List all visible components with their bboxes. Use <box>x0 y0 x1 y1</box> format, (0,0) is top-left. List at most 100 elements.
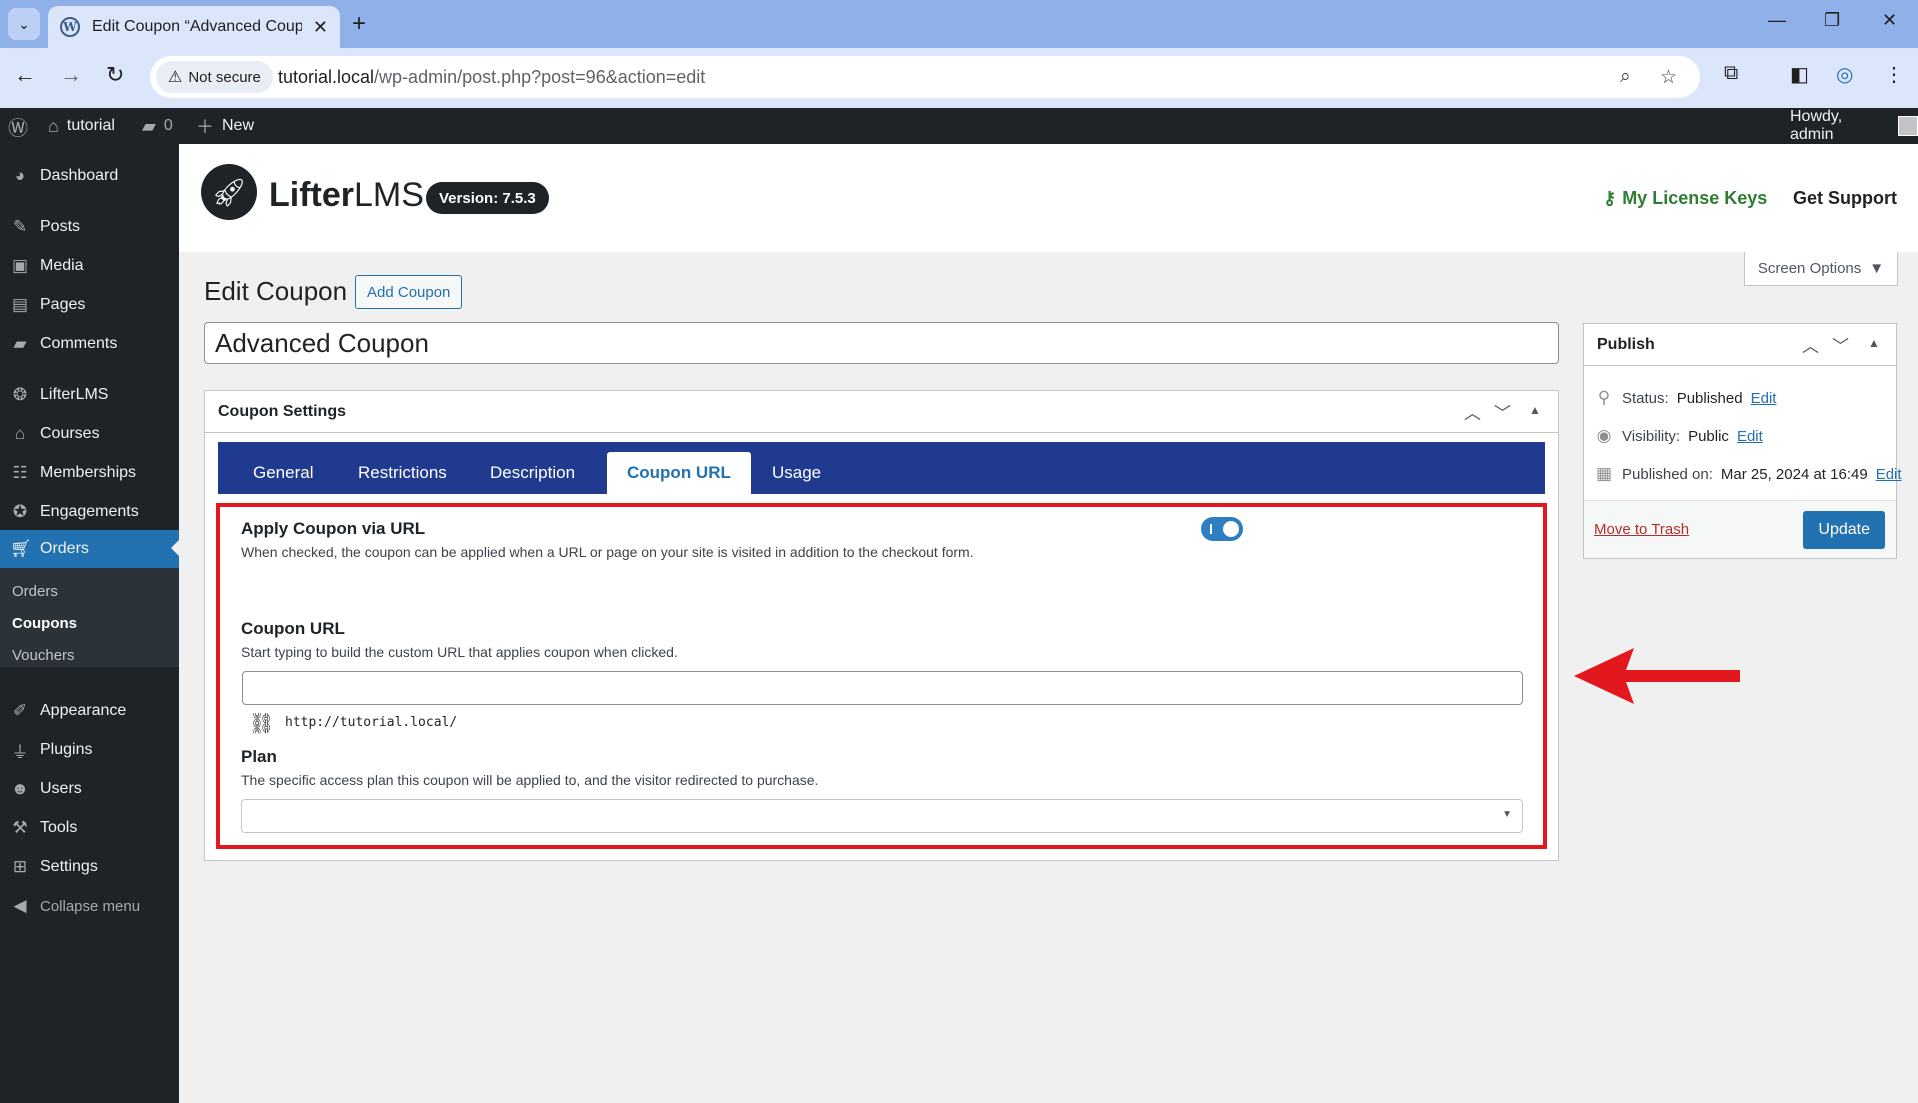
wp-admin-bar: Ⓦ ⌂ tutorial ▰ 0 ＋ New Howdy, admin <box>0 108 1918 144</box>
back-arrow-icon[interactable]: ← <box>14 62 36 88</box>
coupon-tabs: General Restrictions Description Coupon … <box>218 442 1545 494</box>
apply-coupon-description: When checked, the coupon can be applied … <box>241 544 974 560</box>
move-down-icon[interactable]: ﹀ <box>1494 399 1511 424</box>
award-icon: ✪ <box>12 502 28 521</box>
pin-icon: ✎ <box>12 217 28 236</box>
license-keys-link[interactable]: ⚷ My License Keys <box>1603 188 1767 209</box>
wp-logo-icon[interactable]: Ⓦ <box>8 108 28 144</box>
url-host: tutorial.local <box>278 67 375 87</box>
sidebar-item-appearance[interactable]: ✐ Appearance <box>0 693 179 729</box>
edit-date-link[interactable]: Edit <box>1876 466 1902 483</box>
graduation-cap-icon: ⌂ <box>14 424 26 443</box>
new-label: New <box>222 117 255 134</box>
new-content-link[interactable]: ＋ New <box>196 108 254 144</box>
sidebar-item-orders[interactable]: 🛒︎ Orders <box>0 530 179 568</box>
url-text[interactable]: tutorial.local/wp-admin/post.php?post=96… <box>278 67 705 88</box>
sidebar-item-engagements[interactable]: ✪ Engagements <box>0 494 179 530</box>
close-tab-icon[interactable]: ✕ <box>313 17 328 38</box>
tab-restrictions[interactable]: Restrictions <box>358 452 447 494</box>
plan-select[interactable]: ▼ <box>241 799 1523 833</box>
key-icon: ⚷ <box>1603 188 1617 208</box>
publish-title: Publish <box>1597 336 1655 353</box>
lifterlms-rocket-logo-icon: 🚀︎ <box>201 164 257 220</box>
groups-icon: ☷ <box>12 463 28 482</box>
collapse-toggle-icon[interactable]: ▲ <box>1529 403 1541 417</box>
move-to-trash-link[interactable]: Move to Trash <box>1594 521 1689 538</box>
coupon-settings-header: Coupon Settings ︿ ﹀ ▲ <box>205 391 1558 433</box>
minimize-icon[interactable]: — <box>1768 10 1786 31</box>
brush-icon: ✐ <box>12 701 28 720</box>
sidebar-item-tools[interactable]: ⚒ Tools <box>0 810 179 846</box>
eye-icon: ◉ <box>1596 426 1612 445</box>
plus-icon: ＋ <box>196 117 214 137</box>
sidebar-item-lifterlms[interactable]: ❂ LifterLMS <box>0 377 179 413</box>
screen-options-toggle[interactable]: Screen Options ▼ <box>1744 252 1898 286</box>
sidebar-item-courses[interactable]: ⌂ Courses <box>0 416 179 452</box>
howdy-text: Howdy, admin <box>1790 108 1843 143</box>
collapse-menu-button[interactable]: ◀ Collapse menu <box>0 888 179 924</box>
tab-description[interactable]: Description <box>490 452 575 494</box>
extensions-icon[interactable]: ⧉ <box>1724 62 1738 85</box>
browser-tab[interactable]: W Edit Coupon “Advanced Coupon” ✕ <box>48 6 340 48</box>
update-button[interactable]: Update <box>1803 511 1885 549</box>
sidebar-item-comments[interactable]: ▰ Comments <box>0 326 179 362</box>
tab-search-button[interactable]: ⌄ <box>8 8 40 40</box>
browser-tabstrip: ⌄ W Edit Coupon “Advanced Coupon” ✕ + — … <box>0 0 1918 48</box>
reload-icon[interactable]: ↻ <box>106 62 124 88</box>
comment-bubble-icon: ▰ <box>142 115 156 136</box>
sidebar-item-memberships[interactable]: ☷ Memberships <box>0 455 179 491</box>
chevron-down-icon: ⌄ <box>18 15 30 32</box>
apply-coupon-toggle[interactable] <box>1201 517 1243 541</box>
edit-status-link[interactable]: Edit <box>1751 390 1777 407</box>
sidebar-item-plugins[interactable]: ⏚ Plugins <box>0 732 179 768</box>
tab-general[interactable]: General <box>253 452 313 494</box>
sidebar-item-settings[interactable]: ⊞ Settings <box>0 849 179 885</box>
lifterlms-header: 🚀︎ LifterLMS Version: 7.5.3 ⚷ My License … <box>179 144 1918 252</box>
collapse-toggle-icon[interactable]: ▲ <box>1868 336 1880 350</box>
submenu-item-coupons[interactable]: Coupons <box>12 615 77 632</box>
sidebar-item-pages[interactable]: ▤ Pages <box>0 287 179 323</box>
post-title-input[interactable]: Advanced Coupon <box>204 322 1559 364</box>
sidebar-item-dashboard[interactable]: ◕ Dashboard <box>0 158 179 194</box>
coupon-url-label: Coupon URL <box>241 619 345 638</box>
submenu-item-orders[interactable]: Orders <box>12 583 58 600</box>
tab-usage[interactable]: Usage <box>772 452 821 494</box>
publish-date-row: ▦ Published on: Mar 25, 2024 at 16:49 Ed… <box>1595 464 1902 483</box>
red-arrow-annotation <box>1574 648 1740 704</box>
move-up-icon[interactable]: ︿ <box>1802 332 1819 357</box>
side-panel-icon[interactable]: ◧ <box>1790 62 1809 87</box>
move-up-icon[interactable]: ︿ <box>1464 399 1481 424</box>
caret-down-icon: ▼ <box>1869 260 1885 277</box>
new-tab-button[interactable]: + <box>352 10 366 38</box>
submenu-item-vouchers[interactable]: Vouchers <box>12 647 75 664</box>
move-down-icon[interactable]: ﹀ <box>1832 332 1849 357</box>
account-menu[interactable]: Howdy, admin <box>1790 108 1918 144</box>
plan-description: The specific access plan this coupon wil… <box>241 772 819 788</box>
kebab-menu-icon[interactable]: ⋮ <box>1884 62 1904 87</box>
close-window-icon[interactable]: ✕ <box>1882 10 1897 31</box>
forward-arrow-icon[interactable]: → <box>60 62 82 88</box>
site-name: tutorial <box>66 117 115 134</box>
coupon-url-input[interactable] <box>242 671 1523 705</box>
profile-extension-icon[interactable]: ◎ <box>1836 62 1853 87</box>
tab-coupon-url[interactable]: Coupon URL <box>607 452 751 494</box>
get-support-link[interactable]: Get Support <box>1793 188 1897 209</box>
comments-link[interactable]: ▰ 0 <box>142 108 173 144</box>
address-bar[interactable]: ⚠ Not secure tutorial.local/wp-admin/pos… <box>150 56 1700 98</box>
sidebar-item-users[interactable]: ☻ Users <box>0 771 179 807</box>
zoom-icon[interactable]: ⌕ <box>1620 66 1631 88</box>
sidebar-item-media[interactable]: ▣ Media <box>0 248 179 284</box>
add-coupon-button[interactable]: Add Coupon <box>355 275 463 309</box>
security-chip[interactable]: ⚠ Not secure <box>156 61 273 93</box>
bookmark-star-icon[interactable]: ☆ <box>1660 66 1677 89</box>
coupon-settings-box: Coupon Settings ︿ ﹀ ▲ General Restrictio… <box>204 390 1559 861</box>
media-icon: ▣ <box>11 256 29 275</box>
publish-header: Publish ︿ ﹀ ▲ <box>1584 324 1896 366</box>
restore-icon[interactable]: ❐ <box>1824 10 1840 31</box>
site-name-link[interactable]: ⌂ tutorial <box>48 108 115 144</box>
lifterlms-icon: ❂ <box>12 385 28 404</box>
page-title: Edit Coupon <box>204 276 348 306</box>
lifterlms-wordmark: LifterLMS <box>269 176 424 214</box>
sidebar-item-posts[interactable]: ✎ Posts <box>0 209 179 245</box>
edit-visibility-link[interactable]: Edit <box>1737 428 1763 445</box>
